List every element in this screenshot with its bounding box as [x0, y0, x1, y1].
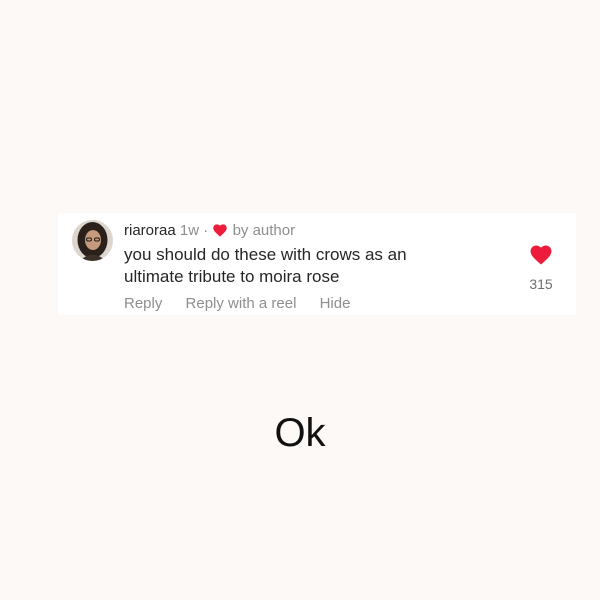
comment-time: 1w: [179, 222, 200, 239]
comment-card: riaroraa 1w · by author you should do th…: [58, 213, 576, 315]
hide-button[interactable]: Hide: [320, 295, 351, 313]
username[interactable]: riaroraa: [124, 222, 176, 239]
reply-button[interactable]: Reply: [124, 295, 162, 313]
author-heart-icon: [213, 224, 228, 242]
separator-dot: ·: [203, 222, 209, 239]
liked-by-author-label: by author: [232, 222, 296, 239]
comment-actions: Reply Reply with a reel Hide: [124, 295, 350, 313]
like-count: 315: [529, 276, 553, 292]
like-heart-icon[interactable]: [530, 245, 552, 265]
comment-text: you should do these with crows as an ult…: [124, 245, 407, 286]
comment-meta: riaroraa 1w · by author: [124, 222, 295, 242]
caption-text: Ok: [274, 411, 326, 455]
reply-with-reel-button[interactable]: Reply with a reel: [186, 295, 297, 313]
avatar-image: [72, 220, 113, 261]
avatar[interactable]: [72, 220, 113, 261]
